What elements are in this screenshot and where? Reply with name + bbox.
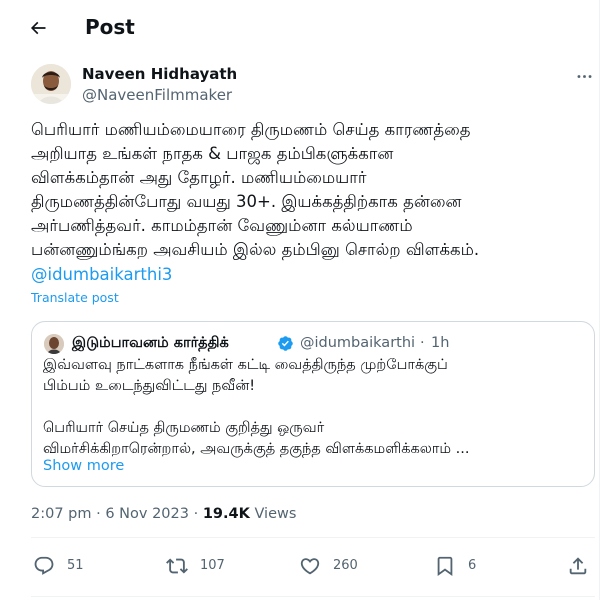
separator-dot: · [193,506,199,522]
post-time[interactable]: 2:07 pm [31,506,92,522]
post-date[interactable]: 6 Nov 2023 [105,506,189,522]
quoted-line: இவ்வளவு நாட்களாக நீங்கள் கட்டி வைத்திருந… [43,357,448,373]
author-handle[interactable]: @NaveenFilmmaker [82,85,232,105]
like-button[interactable]: 260 [299,554,358,578]
quoted-avatar-photo [44,334,64,354]
share-button[interactable] [567,554,589,578]
reply-button[interactable]: 51 [33,554,84,578]
reply-icon [34,556,54,575]
view-count[interactable]: 19.4K [203,506,250,522]
bookmark-button[interactable]: 6 [434,554,476,578]
views-label: Views [254,506,297,522]
bookmark-count: 6 [468,558,477,573]
more-horizontal-icon [577,74,591,78]
avatar-photo [31,64,71,104]
show-more-link[interactable]: Show more [43,456,124,476]
divider [31,537,595,538]
quoted-post[interactable]: இடும்பாவனம் கார்த்திக் @idumbaikarthi · … [31,321,595,487]
quoted-post-time: 1h [431,335,450,351]
divider [31,596,595,597]
verified-badge-icon [278,336,293,351]
quoted-author-avatar [44,334,64,354]
quoted-line: பிம்பம் உடைந்துவிட்டது நவீன்! [43,378,256,394]
quoted-author-name: இடும்பாவனம் கார்த்திக் [72,335,229,351]
action-bar: 51 107 260 6 [31,548,595,584]
heart-icon [300,558,320,575]
page-header: Post [0,0,600,53]
reply-count: 51 [67,558,84,573]
mention-link[interactable]: @idumbaikarthi3 [31,263,172,287]
repost-button[interactable]: 107 [166,554,225,578]
arrow-left-icon [30,21,46,35]
repost-icon [166,558,188,574]
like-count: 260 [333,558,358,573]
post-text: பெரியார் மணியம்மையாரை திருமணம் செய்த கார… [31,120,480,259]
more-options-button[interactable] [572,66,596,86]
page-title: Post [85,15,135,39]
bookmark-icon [437,556,453,577]
back-button[interactable] [24,14,52,42]
translate-post-link[interactable]: Translate post [31,290,119,306]
repost-count: 107 [200,558,225,573]
separator-dot: · [96,506,101,522]
author-avatar[interactable] [31,64,71,104]
post-page: Post Naveen Hidhayath @NaveenFilmmaker ப… [0,0,600,600]
share-icon [569,557,587,575]
quoted-line: பெரியார் செய்த திருமணம் குறித்து ஒருவர் [43,420,325,436]
quoted-line [43,397,583,418]
quoted-post-text: இவ்வளவு நாட்களாக நீங்கள் கட்டி வைத்திருந… [43,355,583,460]
quoted-author-handle: @idumbaikarthi [300,335,416,351]
author-name[interactable]: Naveen Hidhayath [82,64,237,84]
separator-dot: · [420,335,425,351]
post-metadata: 2:07 pm · 6 Nov 2023 · 19.4K Views [31,504,296,524]
